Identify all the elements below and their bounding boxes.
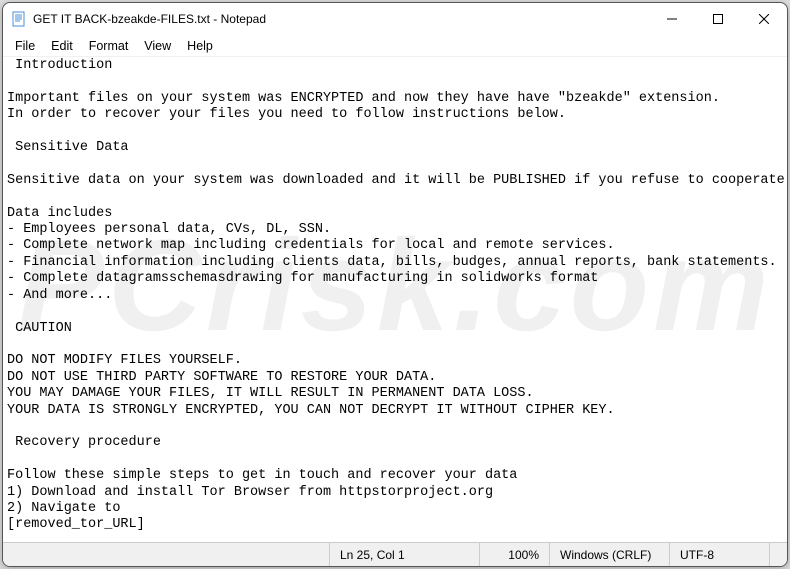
- menu-view[interactable]: View: [136, 35, 179, 56]
- window-title: GET IT BACK-bzeakde-FILES.txt - Notepad: [33, 12, 649, 26]
- close-button[interactable]: [741, 3, 787, 35]
- maximize-button[interactable]: [695, 3, 741, 35]
- menu-help[interactable]: Help: [179, 35, 221, 56]
- menu-format[interactable]: Format: [81, 35, 137, 56]
- statusbar: Ln 25, Col 1 100% Windows (CRLF) UTF-8: [3, 542, 787, 566]
- menu-file[interactable]: File: [7, 35, 43, 56]
- text-content[interactable]: Introduction Important files on your sys…: [3, 57, 787, 542]
- status-encoding: UTF-8: [669, 543, 769, 566]
- notepad-icon: [11, 11, 27, 27]
- resize-grip[interactable]: [769, 543, 787, 566]
- status-eol: Windows (CRLF): [549, 543, 669, 566]
- notepad-window: PCrisk.com GET IT BACK-bzeakde-FILES.txt…: [2, 2, 788, 567]
- menu-edit[interactable]: Edit: [43, 35, 81, 56]
- titlebar: GET IT BACK-bzeakde-FILES.txt - Notepad: [3, 3, 787, 35]
- status-empty: [3, 543, 329, 566]
- menubar: File Edit Format View Help: [3, 35, 787, 57]
- status-zoom: 100%: [479, 543, 549, 566]
- minimize-button[interactable]: [649, 3, 695, 35]
- window-controls: [649, 3, 787, 35]
- status-linecol: Ln 25, Col 1: [329, 543, 479, 566]
